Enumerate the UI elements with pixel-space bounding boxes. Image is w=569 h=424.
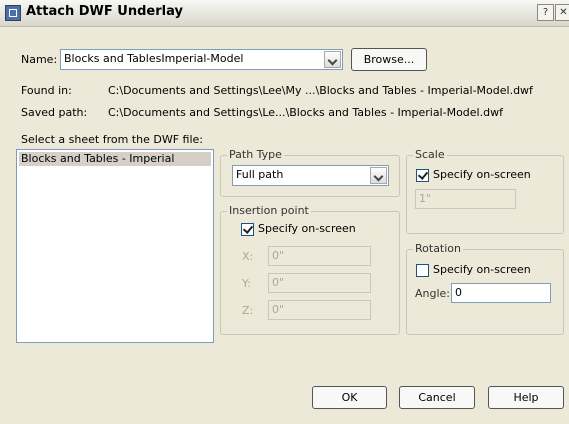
name-value: Blocks and TablesImperial-Model <box>64 52 244 65</box>
app-icon <box>5 5 21 21</box>
list-item[interactable]: Blocks and Tables - Imperial <box>19 152 211 166</box>
saved-path-value: C:\Documents and Settings\Le...\Blocks a… <box>108 106 503 119</box>
title-bar[interactable]: Attach DWF Underlay ? ✕ <box>0 0 569 27</box>
scale-title: Scale <box>413 148 447 161</box>
z-label: Z: <box>242 304 254 317</box>
cancel-button[interactable]: Cancel <box>399 386 475 409</box>
path-type-title: Path Type <box>227 148 284 161</box>
rotation-specify-checkbox[interactable] <box>416 264 429 277</box>
y-label: Y: <box>242 277 251 290</box>
help-icon[interactable]: ? <box>537 4 554 21</box>
rotation-specify-label[interactable]: Specify on-screen <box>433 263 531 276</box>
browse-button[interactable]: Browse... <box>351 48 427 71</box>
name-combo[interactable]: Blocks and TablesImperial-Model <box>60 49 343 70</box>
scale-specify-checkbox[interactable] <box>416 169 429 182</box>
path-type-value: Full path <box>236 168 284 181</box>
attach-dwf-dialog: Attach DWF Underlay ? ✕ Name: Blocks and… <box>0 0 569 424</box>
angle-field[interactable]: 0 <box>451 283 551 303</box>
x-label: X: <box>242 250 254 263</box>
path-type-combo[interactable]: Full path <box>232 165 389 186</box>
z-field[interactable]: 0" <box>268 300 371 320</box>
saved-path-label: Saved path: <box>21 106 88 119</box>
x-field[interactable]: 0" <box>268 246 371 266</box>
chevron-down-icon[interactable] <box>324 51 341 68</box>
insertion-point-title: Insertion point <box>227 204 311 217</box>
sheet-list[interactable]: Blocks and Tables - Imperial <box>16 149 214 343</box>
window-title: Attach DWF Underlay <box>26 4 183 19</box>
angle-label: Angle: <box>415 287 451 300</box>
sheet-list-label: Select a sheet from the DWF file: <box>21 133 203 146</box>
y-field[interactable]: 0" <box>268 273 371 293</box>
found-in-label: Found in: <box>21 84 72 97</box>
help-button[interactable]: Help <box>488 386 564 409</box>
ok-button[interactable]: OK <box>312 386 387 409</box>
scale-specify-label[interactable]: Specify on-screen <box>433 168 531 181</box>
insertion-specify-checkbox[interactable] <box>241 223 254 236</box>
found-in-value: C:\Documents and Settings\Lee\My ...\Blo… <box>108 84 533 97</box>
insertion-specify-label[interactable]: Specify on-screen <box>258 222 356 235</box>
chevron-down-icon[interactable] <box>370 167 387 184</box>
scale-field[interactable]: 1" <box>415 189 516 209</box>
name-label: Name: <box>21 53 58 66</box>
close-icon[interactable]: ✕ <box>555 4 569 21</box>
rotation-title: Rotation <box>413 242 464 255</box>
